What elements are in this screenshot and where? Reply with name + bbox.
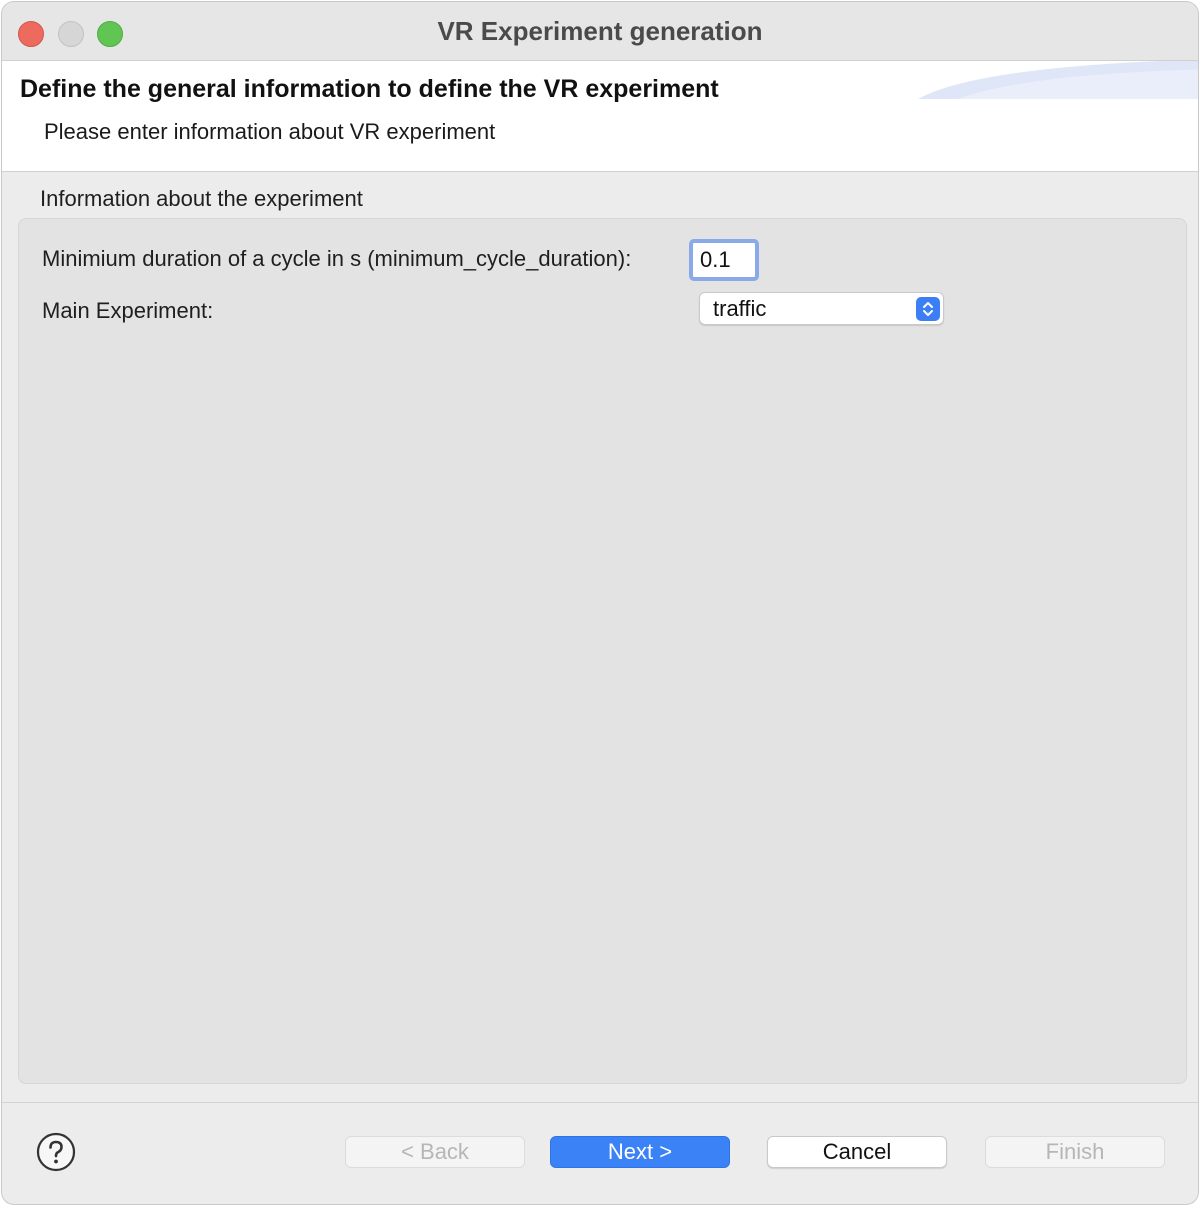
- help-icon[interactable]: [36, 1132, 76, 1172]
- footer-divider: [2, 1102, 1198, 1103]
- next-button[interactable]: Next >: [550, 1136, 730, 1168]
- cycle-duration-label: Minimium duration of a cycle in s (minim…: [42, 246, 632, 271]
- chevron-up-down-icon: [916, 297, 940, 321]
- wizard-header: Define the general information to define…: [2, 61, 1198, 172]
- group-label: Information about the experiment: [40, 186, 363, 211]
- window-title: VR Experiment generation: [437, 16, 763, 46]
- page-title: Define the general information to define…: [20, 75, 719, 103]
- cancel-button[interactable]: Cancel: [767, 1136, 947, 1168]
- finish-button[interactable]: Finish: [985, 1136, 1165, 1168]
- wizard-window: VR Experiment generation Define the gene…: [2, 2, 1198, 1204]
- main-experiment-value: traffic: [713, 296, 767, 321]
- experiment-info-group: [18, 218, 1187, 1084]
- back-button[interactable]: < Back: [345, 1136, 525, 1168]
- main-experiment-label: Main Experiment:: [42, 298, 214, 323]
- cycle-duration-input[interactable]: [689, 239, 759, 281]
- title-bar: VR Experiment generation: [2, 2, 1198, 61]
- header-banner-graphic: [918, 61, 1198, 99]
- main-experiment-select[interactable]: traffic: [699, 292, 944, 325]
- page-description: Please enter information about VR experi…: [44, 119, 496, 144]
